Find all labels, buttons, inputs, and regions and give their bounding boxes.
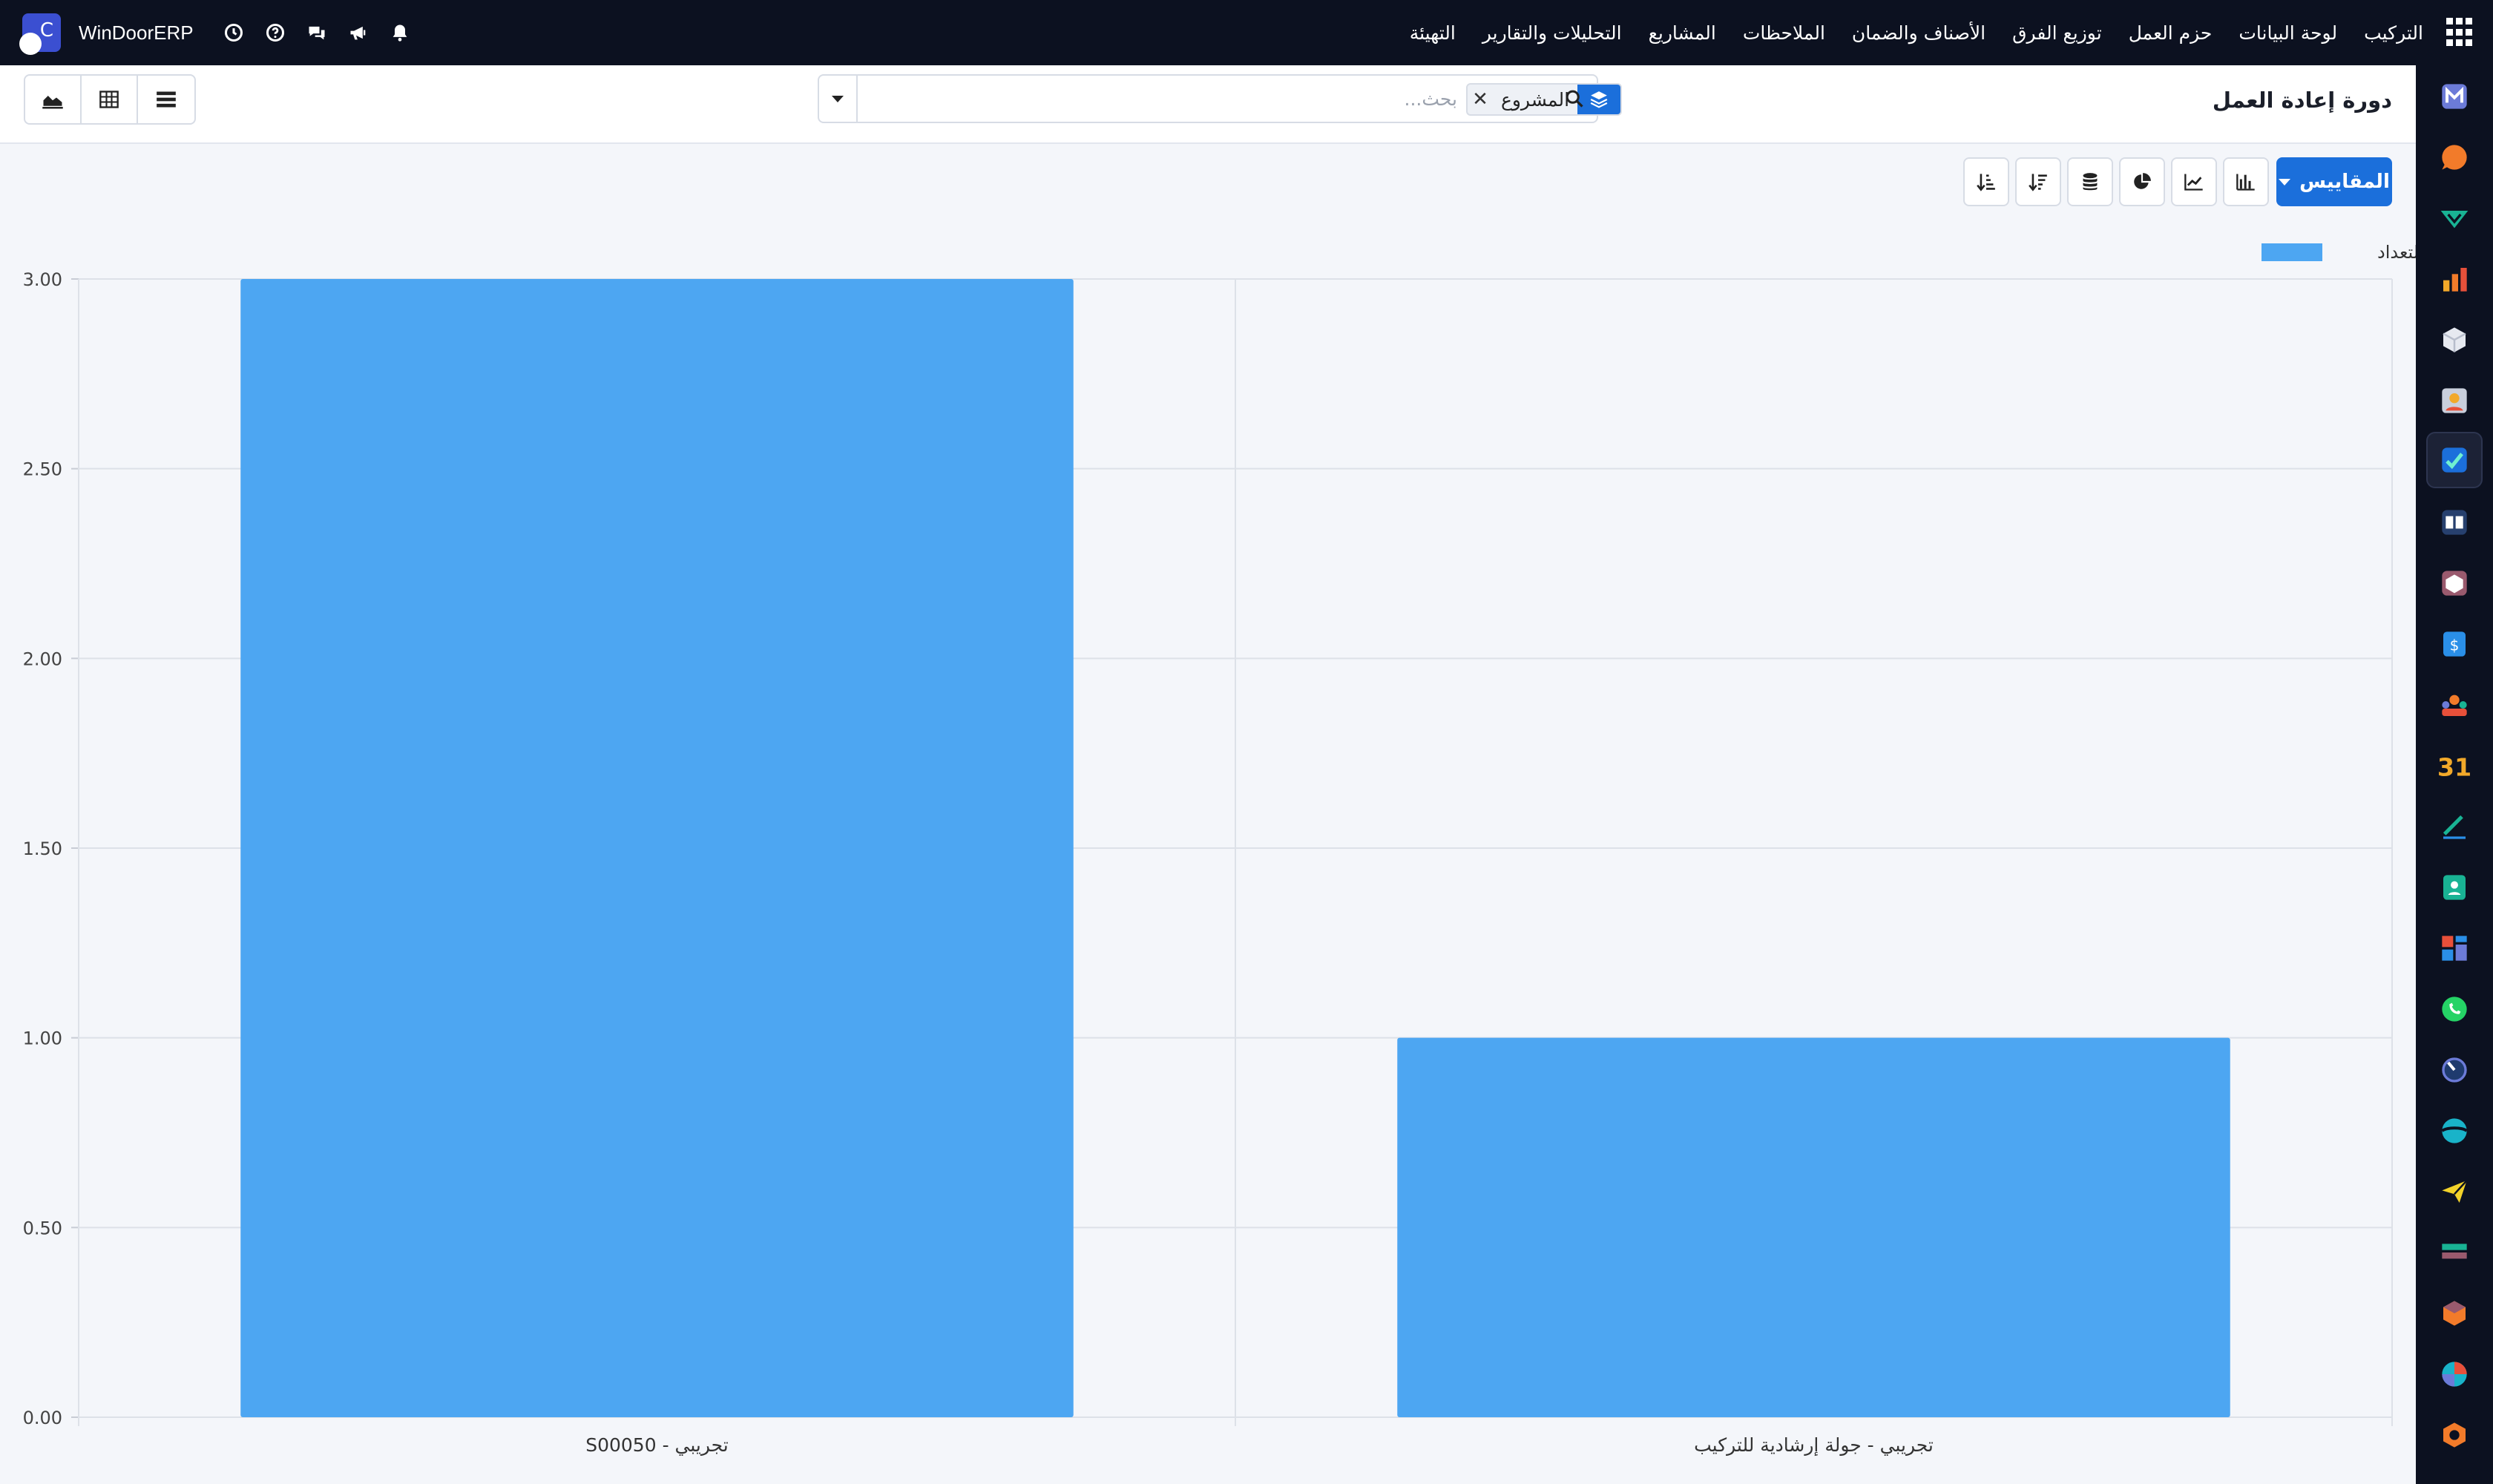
employees-app-icon[interactable] (2437, 687, 2472, 723)
sign-app-icon[interactable] (2437, 809, 2472, 844)
bar (1397, 1037, 2230, 1417)
menu-installation[interactable]: التركيب (2364, 22, 2423, 44)
website-app-icon[interactable] (2437, 1113, 2472, 1149)
menu-projects[interactable]: المشاريع (1649, 22, 1716, 44)
menu-team-distribution[interactable]: توزيع الفرق (2012, 22, 2102, 44)
sort-ascending-button[interactable] (1963, 157, 2009, 206)
y-tick-label: 3.00 (23, 269, 62, 290)
manufacturing-app-icon[interactable] (2437, 1296, 2472, 1331)
calendar-app-icon[interactable]: 31 (2437, 748, 2472, 784)
quality-app-icon[interactable] (2437, 1417, 2472, 1453)
top-navbar: WinDoorERP التركيب لوحة البيانات حزم الع… (0, 0, 2493, 65)
company-logo[interactable] (22, 13, 61, 52)
project-app-icon[interactable] (2437, 200, 2472, 236)
search-icon (1566, 90, 1583, 108)
search-button[interactable] (1552, 76, 1597, 122)
rework-app-icon[interactable] (2426, 432, 2483, 488)
inventory-app-icon[interactable] (2437, 322, 2472, 358)
line-chart-button[interactable] (2171, 157, 2217, 206)
x-tick-label: تجريبي - جولة إرشادية للتركيب (1694, 1434, 1934, 1457)
pie-chart-button[interactable] (2119, 157, 2165, 206)
search-input[interactable] (864, 85, 1457, 113)
invoicing-app-icon[interactable]: $ (2437, 626, 2472, 662)
kanban-app-icon[interactable] (2437, 1235, 2472, 1270)
company-name[interactable]: WinDoorERP (79, 22, 194, 45)
app-switcher-icon[interactable] (2443, 18, 2472, 47)
measures-dropdown-button[interactable]: المقاييس (2276, 157, 2392, 206)
menu-notes[interactable]: الملاحظات (1743, 22, 1825, 44)
knowledge-app-icon[interactable] (2437, 505, 2472, 540)
contacts-app-icon[interactable] (2437, 383, 2472, 418)
announcement-icon[interactable] (338, 0, 379, 65)
stacked-toggle-button[interactable] (2067, 157, 2113, 206)
chat-icon[interactable] (296, 0, 338, 65)
menu-dashboard[interactable]: لوحة البيانات (2239, 22, 2337, 44)
caret-down-icon (832, 95, 844, 102)
timesheets-app-icon[interactable] (2437, 1052, 2472, 1088)
x-tick-label: تجريبي - S00050 (585, 1434, 729, 1456)
pivot-view-button[interactable] (82, 76, 138, 123)
whatsapp-icon[interactable] (2437, 991, 2472, 1027)
measures-label: المقاييس (2299, 171, 2390, 193)
reports-app-icon[interactable] (2437, 261, 2472, 297)
purchase-app-icon[interactable] (2437, 565, 2472, 601)
analytics-app-icon[interactable] (2437, 1356, 2472, 1392)
search-options-toggle[interactable] (819, 76, 858, 122)
search-facet: ✕ المشروع (1466, 83, 1622, 116)
svg-text:$: $ (2450, 636, 2460, 654)
bar-chart-button[interactable] (2223, 157, 2269, 206)
clock-icon[interactable] (213, 0, 254, 65)
page-title: دورة إعادة العمل (2212, 88, 2392, 113)
graph-view-button[interactable] (25, 76, 82, 123)
y-tick-label: 1.00 (23, 1028, 62, 1049)
y-tick-label: 0.00 (23, 1408, 62, 1428)
menu-analytics-reports[interactable]: التحليلات والتقارير (1482, 22, 1622, 44)
search-bar: ✕ المشروع (818, 74, 1622, 123)
svg-text:31: 31 (2438, 752, 2471, 781)
graph-chart: 0.00 0.50 1.00 1.50 2.00 2.50 3.00 تجريبي - S00… (23, 242, 2416, 1457)
view-switcher (24, 74, 196, 125)
caret-down-icon (2279, 178, 2291, 186)
send-app-icon[interactable] (2437, 1174, 2472, 1209)
list-view-button[interactable] (138, 76, 194, 123)
mail-app-icon[interactable] (2437, 79, 2472, 114)
legend-label: التعداد (2377, 242, 2416, 263)
menu-configuration[interactable]: التهيئة (1410, 22, 1456, 44)
discuss-app-icon[interactable] (2437, 139, 2472, 175)
y-tick-label: 2.00 (23, 649, 62, 669)
bar (240, 279, 1074, 1417)
dashboards-app-icon[interactable] (2437, 930, 2472, 966)
facet-remove-button[interactable]: ✕ (1468, 85, 1493, 114)
y-tick-label: 2.50 (23, 459, 62, 480)
help-icon[interactable] (254, 0, 296, 65)
sort-descending-button[interactable] (2015, 157, 2061, 206)
y-tick-label: 0.50 (23, 1218, 62, 1238)
app-launcher-sidebar: $ 31 (2416, 65, 2493, 1484)
legend-swatch (2262, 243, 2322, 261)
menu-items-warranty[interactable]: الأصناف والضمان (1852, 22, 1985, 44)
bell-icon[interactable] (379, 0, 421, 65)
badge-app-icon[interactable] (2437, 870, 2472, 905)
menu-work-packages[interactable]: حزم العمل (2129, 22, 2213, 44)
control-panel: ✕ المشروع دورة إعادة العمل (0, 65, 2416, 144)
y-tick-label: 1.50 (23, 838, 62, 859)
